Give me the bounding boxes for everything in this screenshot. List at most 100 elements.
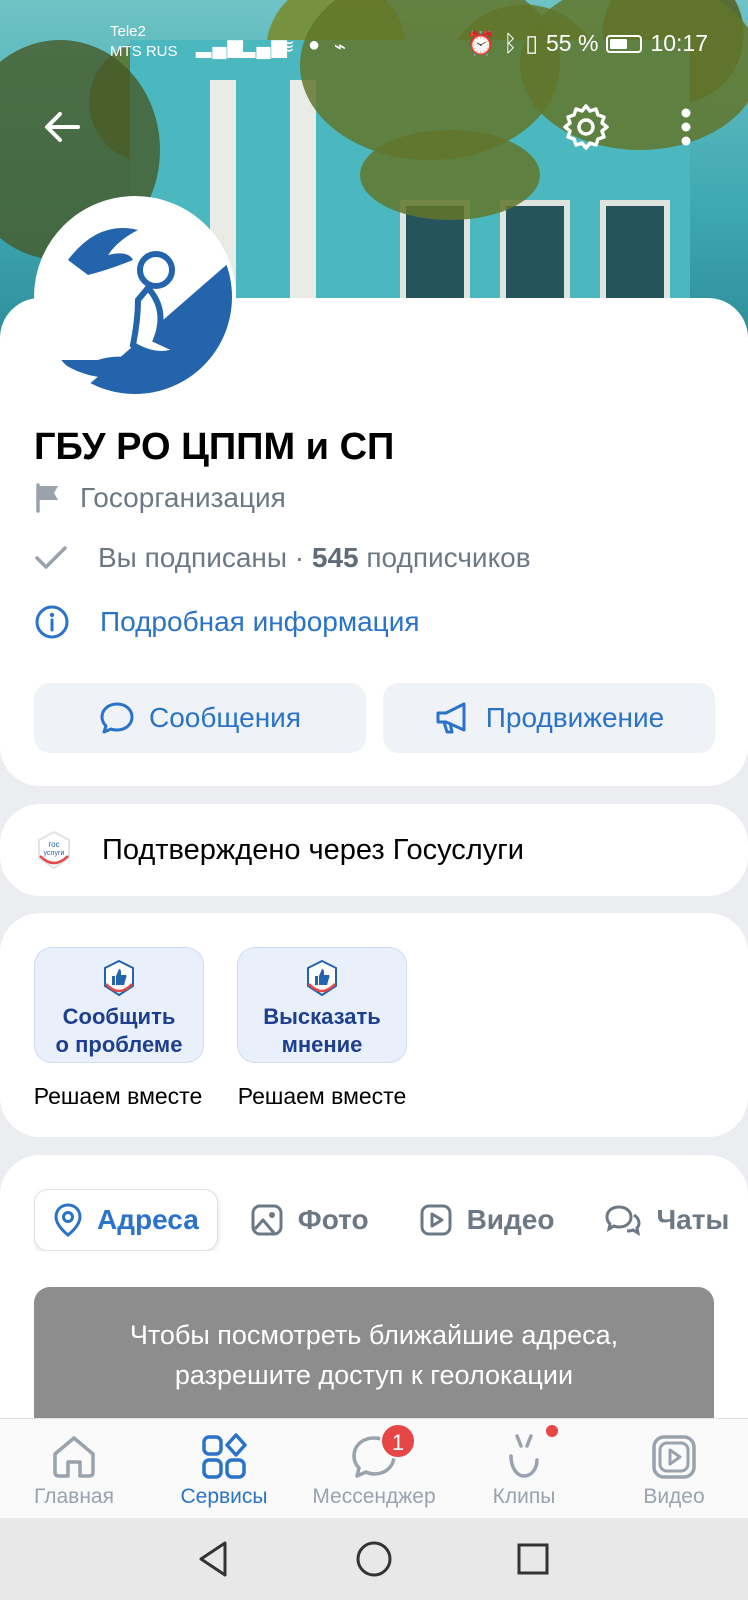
video-icon — [420, 1204, 452, 1236]
report-problem-widget[interactable]: Сообщить о проблеме — [34, 947, 204, 1063]
messages-button[interactable]: Сообщения — [34, 683, 366, 753]
subscribed-label: Вы подписаны · — [98, 542, 312, 573]
gosuslugi-logo-line1: гос — [48, 840, 59, 849]
nav-home[interactable]: Главная — [4, 1419, 144, 1519]
battery-percent: 55 % — [546, 30, 599, 56]
megaphone-icon — [436, 702, 466, 734]
nav-clips-label: Клипы — [492, 1485, 556, 1508]
gosuslugi-logo-line2: услуги — [44, 850, 65, 857]
flag-icon — [36, 483, 58, 513]
photo-icon — [251, 1204, 283, 1236]
messages-button-label: Сообщения — [149, 702, 301, 733]
tab-addresses[interactable]: Адреса — [34, 1189, 218, 1251]
geolocation-prompt-line1: Чтобы посмотреть ближайшие адреса, — [129, 1320, 619, 1350]
nav-messenger-label: Мессенджер — [312, 1485, 436, 1508]
app-status-icon: ⌁ — [334, 36, 348, 58]
tab-chats[interactable]: Чаты — [586, 1189, 747, 1251]
tab-addresses-label: Адреса — [97, 1204, 199, 1235]
clips-icon — [509, 1434, 539, 1478]
details-link-label: Подробная информация — [100, 606, 420, 637]
back-button[interactable] — [32, 97, 92, 157]
square-recents-icon — [517, 1543, 549, 1575]
report-problem-label-1: Сообщить — [62, 1004, 176, 1029]
geolocation-prompt-line2: разрешите доступ к геолокации — [174, 1360, 574, 1390]
nav-messenger[interactable]: 1 Мессенджер — [304, 1419, 444, 1519]
give-opinion-label-2: мнение — [281, 1032, 363, 1057]
give-opinion-widget[interactable]: Высказать мнение — [237, 947, 407, 1063]
give-opinion-label-1: Высказать — [263, 1004, 381, 1029]
nav-services-label: Сервисы — [180, 1485, 268, 1508]
vibrate-icon: ▯ — [525, 30, 538, 56]
thumbs-up-icon — [104, 959, 134, 997]
message-icon — [100, 702, 134, 734]
verification-card[interactable]: гос услуги Подтверждено через Госуслуги — [0, 804, 748, 896]
messenger-badge: 1 — [380, 1423, 416, 1459]
carrier-2: MTS RUS — [110, 43, 178, 60]
system-home-button[interactable] — [351, 1536, 397, 1582]
circle-home-icon — [356, 1541, 392, 1577]
status-right: ⏰ ᛒ ▯ 55 % 10:17 — [467, 30, 708, 57]
message-status-icon: ● — [308, 34, 322, 56]
tab-video[interactable]: Видео — [401, 1189, 573, 1251]
report-problem-label-2: о проблеме — [55, 1032, 183, 1057]
cover-window — [500, 200, 570, 310]
promotion-button[interactable]: Продвижение — [383, 683, 715, 753]
verification-text: Подтверждено через Госуслуги — [102, 833, 525, 866]
nav-video[interactable]: Видео — [604, 1419, 744, 1519]
location-pin-icon — [54, 1203, 82, 1237]
check-icon — [35, 546, 67, 569]
carrier-1: Tele2 — [110, 23, 146, 40]
video-icon — [652, 1435, 696, 1479]
group-type-row: Госорганизация — [34, 482, 286, 514]
triangle-back-icon — [199, 1541, 227, 1577]
nav-home-label: Главная — [34, 1485, 114, 1508]
tab-video-label: Видео — [466, 1204, 555, 1235]
bluetooth-icon: ᛒ — [503, 30, 518, 56]
group-name: ГБУ РО ЦППМ и СП — [34, 426, 395, 468]
wifi-icon: ≋ — [278, 36, 296, 58]
subscription-row[interactable]: Вы подписаны · 545 подписчиков — [34, 542, 531, 574]
tab-bar: Адреса Фото Видео Чаты — [34, 1189, 748, 1251]
widget-caption: Решаем вместе — [237, 1083, 407, 1109]
widget-caption: Решаем вместе — [33, 1083, 203, 1109]
system-navigation-bar — [0, 1518, 748, 1600]
arrow-left-icon — [45, 112, 80, 142]
chat-icon — [605, 1205, 641, 1237]
status-bar: Tele2 MTS RUS ▂▄▆ ▂▄▆ ≋ ● ⌁ ⏰ ᛒ ▯ 55 % 1… — [0, 0, 748, 90]
more-vertical-icon — [681, 108, 691, 146]
nav-services[interactable]: Сервисы — [154, 1419, 294, 1519]
signal-icon: ▂▄▆ — [196, 36, 244, 58]
carrier-labels: Tele2 MTS RUS — [110, 22, 178, 62]
gosuslugi-logo-icon: гос услуги — [38, 830, 70, 870]
home-icon — [53, 1436, 95, 1478]
clock: 10:17 — [650, 30, 708, 56]
cover-window — [600, 200, 670, 310]
group-type: Госорганизация — [80, 482, 286, 513]
thumbs-up-icon — [307, 959, 337, 997]
bottom-navigation: Главная Сервисы 1 Мессенджер Клипы Видео — [0, 1418, 748, 1518]
group-logo-icon — [38, 200, 232, 394]
alarm-icon: ⏰ — [466, 30, 496, 56]
info-icon — [35, 605, 69, 639]
subscription-status: Вы подписаны · 545 подписчиков — [98, 542, 531, 574]
cover-foliage — [360, 130, 540, 220]
widgets-card: Сообщить о проблеме Высказать мнение Реш… — [0, 913, 748, 1137]
system-recents-button[interactable] — [510, 1536, 556, 1582]
nav-video-label: Видео — [643, 1485, 705, 1508]
group-avatar[interactable] — [34, 196, 236, 398]
subscribers-count: 545 — [311, 542, 359, 573]
clips-notification-dot — [546, 1425, 558, 1437]
subscribers-label: подписчиков — [358, 542, 531, 573]
services-icon — [202, 1433, 247, 1479]
promotion-button-label: Продвижение — [485, 702, 665, 733]
details-link[interactable]: Подробная информация — [34, 604, 420, 640]
tab-photo-label: Фото — [297, 1204, 369, 1235]
tab-photo[interactable]: Фото — [232, 1189, 387, 1251]
nav-clips[interactable]: Клипы — [454, 1419, 594, 1519]
tab-chats-label: Чаты — [656, 1204, 730, 1235]
battery-icon — [606, 34, 643, 53]
gear-icon — [563, 104, 609, 150]
more-button[interactable] — [656, 97, 716, 157]
system-back-button[interactable] — [190, 1536, 236, 1582]
settings-button[interactable] — [556, 97, 616, 157]
